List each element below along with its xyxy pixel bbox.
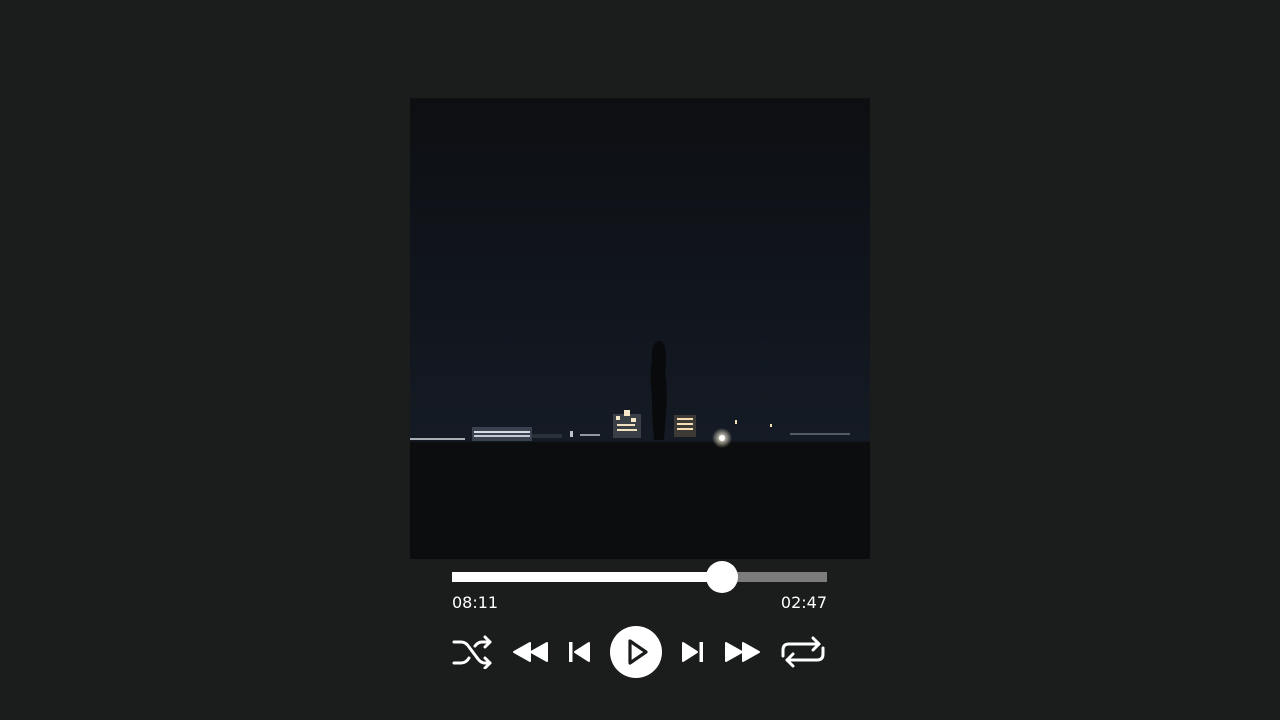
remaining-time: 02:47 [780,593,827,612]
progress-thumb[interactable] [706,561,738,593]
progress-fill [452,572,722,582]
fast-forward-icon [725,642,760,662]
progress-slider[interactable] [452,561,827,593]
shuffle-button[interactable] [452,635,494,669]
skip-next-icon [682,642,703,662]
album-artwork [410,98,870,559]
next-button[interactable] [681,641,705,663]
repeat-icon [781,636,825,668]
skip-previous-icon [569,642,590,662]
fast-forward-button[interactable] [723,640,761,664]
shuffle-icon [452,635,492,669]
playback-controls [452,626,827,678]
elapsed-time: 08:11 [452,593,499,612]
rewind-button[interactable] [512,640,550,664]
rewind-icon [513,642,548,662]
repeat-button[interactable] [779,636,827,668]
previous-button[interactable] [567,641,591,663]
play-button[interactable] [610,626,662,678]
play-icon [628,639,648,665]
